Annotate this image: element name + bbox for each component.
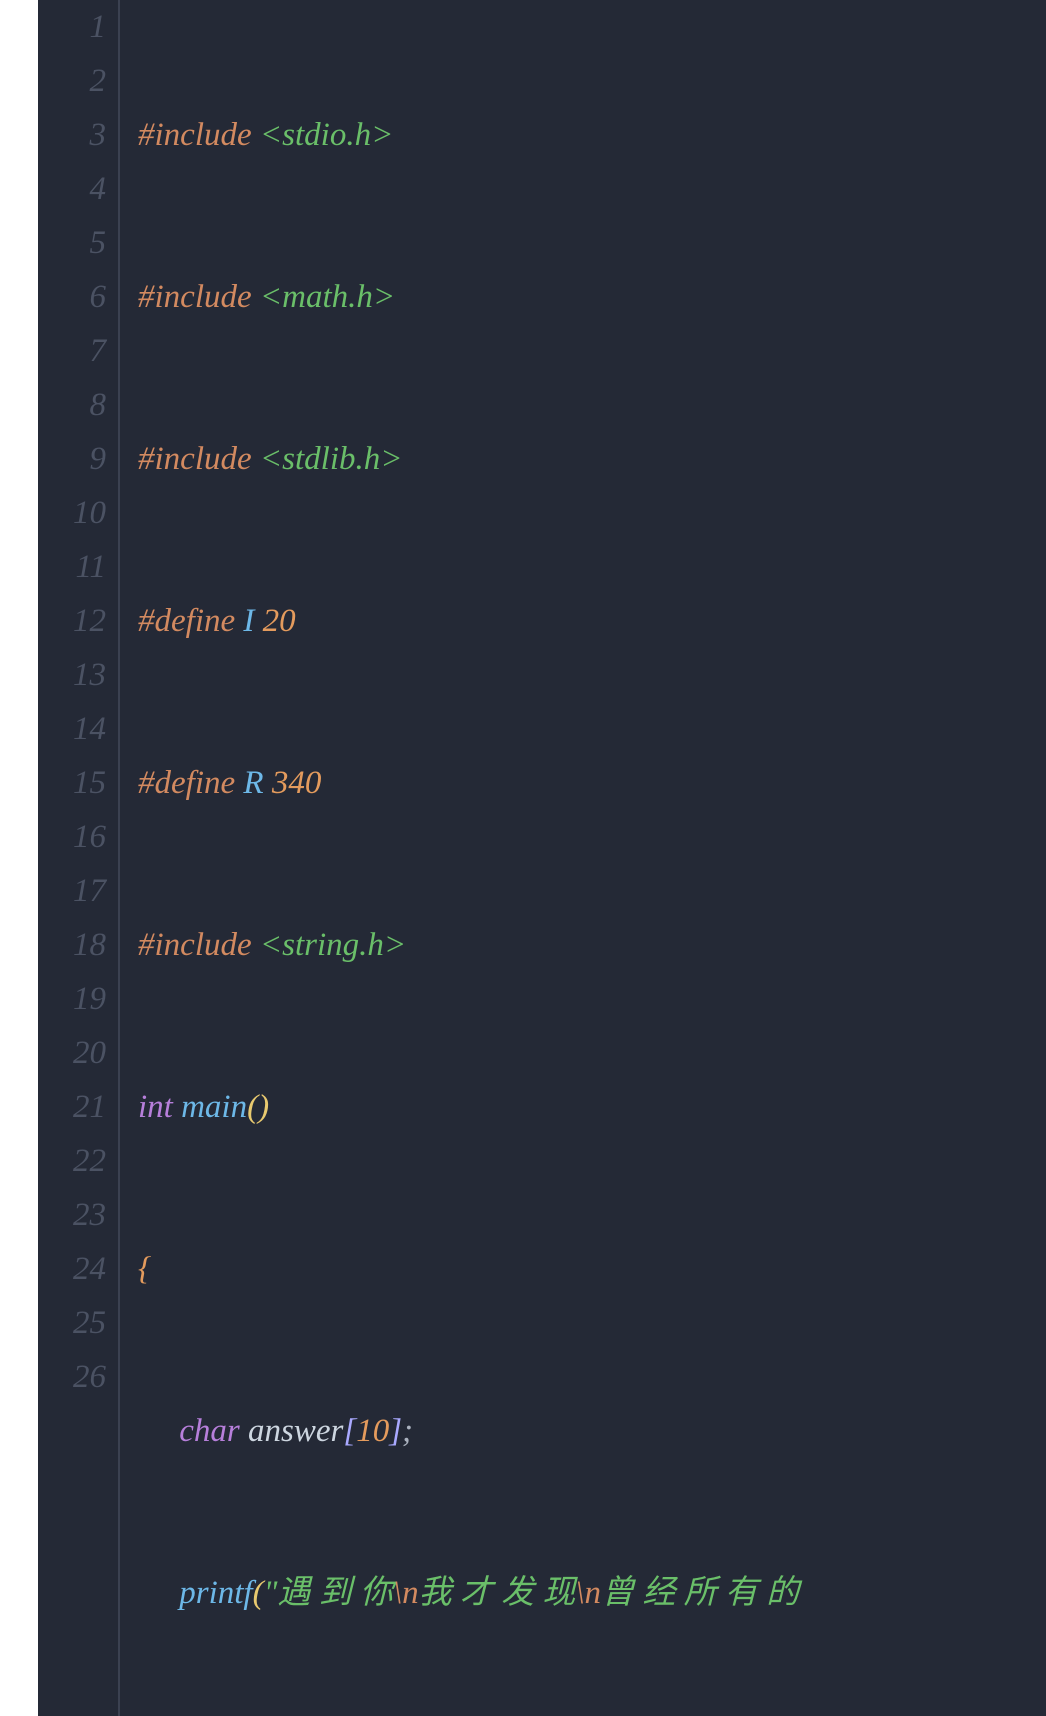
code-line[interactable]: int main() <box>138 1080 1046 1134</box>
line-number: 19 <box>38 972 106 1026</box>
code-line[interactable]: #include <math.h> <box>138 270 1046 324</box>
line-number: 20 <box>38 1026 106 1080</box>
line-number: 4 <box>38 162 106 216</box>
line-number: 25 <box>38 1296 106 1350</box>
line-number: 7 <box>38 324 106 378</box>
line-number: 3 <box>38 108 106 162</box>
code-editor: 1234567891011121314151617181920212223242… <box>0 0 1046 1716</box>
line-number-gutter: 1234567891011121314151617181920212223242… <box>38 0 112 1716</box>
code-line[interactable]: printf("遇 到 你\n我 才 发 现\n曾 经 所 有 的 <box>138 1566 1046 1620</box>
line-number: 9 <box>38 432 106 486</box>
line-number: 8 <box>38 378 106 432</box>
line-number: 17 <box>38 864 106 918</box>
line-number: 11 <box>38 540 106 594</box>
line-number: 26 <box>38 1350 106 1404</box>
code-line[interactable]: #include <stdio.h> <box>138 108 1046 162</box>
line-number: 24 <box>38 1242 106 1296</box>
line-number: 15 <box>38 756 106 810</box>
line-number: 5 <box>38 216 106 270</box>
line-number: 18 <box>38 918 106 972</box>
code-line[interactable]: #include <stdlib.h> <box>138 432 1046 486</box>
left-margin <box>0 0 38 1716</box>
code-line[interactable]: { <box>138 1242 1046 1296</box>
code-line[interactable]: char answer[10]; <box>138 1404 1046 1458</box>
line-number: 1 <box>38 0 106 54</box>
line-number: 21 <box>38 1080 106 1134</box>
line-number: 12 <box>38 594 106 648</box>
code-line[interactable]: #define R 340 <box>138 756 1046 810</box>
code-area[interactable]: #include <stdio.h> #include <math.h> #in… <box>120 0 1046 1716</box>
line-number: 2 <box>38 54 106 108</box>
code-line[interactable]: #include <string.h> <box>138 918 1046 972</box>
line-number: 16 <box>38 810 106 864</box>
line-number: 6 <box>38 270 106 324</box>
line-number: 22 <box>38 1134 106 1188</box>
line-number: 13 <box>38 648 106 702</box>
line-number: 14 <box>38 702 106 756</box>
line-number: 10 <box>38 486 106 540</box>
line-number: 23 <box>38 1188 106 1242</box>
code-line[interactable]: #define I 20 <box>138 594 1046 648</box>
